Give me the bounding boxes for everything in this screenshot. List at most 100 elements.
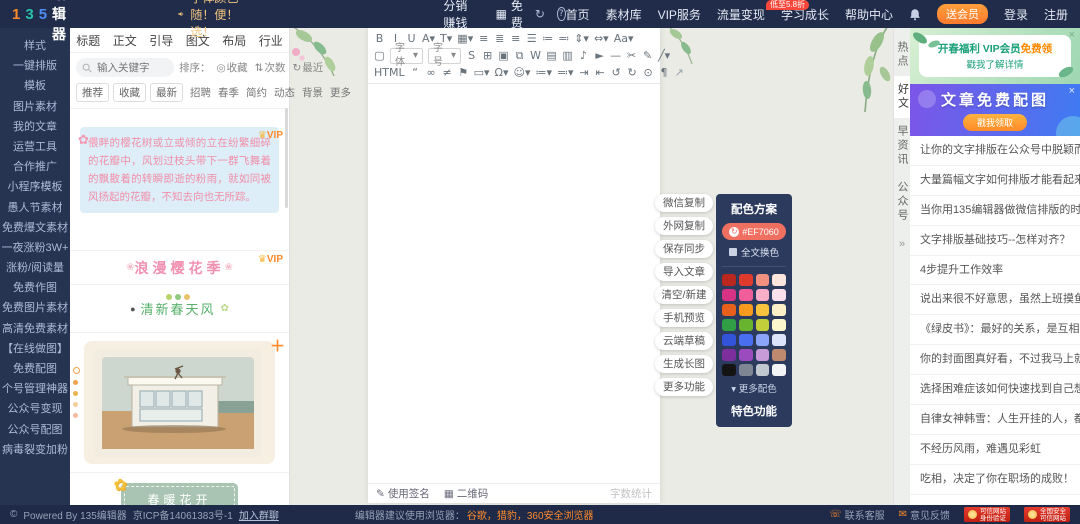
- template-card-spring-title[interactable]: ● 清新春天风 ✿: [70, 285, 289, 333]
- color-swatch[interactable]: [739, 349, 753, 361]
- color-swatch[interactable]: [722, 304, 736, 316]
- align-right[interactable]: ≡: [510, 32, 521, 45]
- promo-link[interactable]: 分销赚钱: [443, 0, 469, 31]
- emoji[interactable]: ☺▾: [513, 66, 530, 79]
- color-swatch[interactable]: [739, 289, 753, 301]
- insert-video[interactable]: ►: [594, 49, 605, 62]
- color-swatch[interactable]: [722, 274, 736, 286]
- bold[interactable]: B: [374, 32, 385, 45]
- editor-content-area[interactable]: [368, 84, 660, 483]
- eraser[interactable]: ✂: [626, 49, 637, 62]
- find-replace[interactable]: ⊙: [643, 66, 654, 79]
- sidebar-item[interactable]: 公众号变现: [0, 399, 70, 419]
- color-swatch[interactable]: [756, 319, 770, 331]
- free-link[interactable]: ▦ 免费: [496, 0, 523, 31]
- claim-button[interactable]: 戳我领取: [963, 114, 1027, 131]
- format-brush[interactable]: ✎: [642, 49, 653, 62]
- tab-official-account[interactable]: 公众号: [894, 174, 910, 230]
- unordered-list[interactable]: ≕▾: [557, 66, 574, 79]
- color-swatch[interactable]: [739, 334, 753, 346]
- insert-table[interactable]: ⊞: [482, 49, 493, 62]
- insert-anchor[interactable]: ⚑: [458, 66, 469, 79]
- vip-promo-banner[interactable]: 开春福利 VIP会员免费领 戳我了解详情 ×: [910, 28, 1080, 84]
- quick-action-button[interactable]: 清空/新建: [655, 286, 713, 304]
- sidebar-item[interactable]: 免费图片素材: [0, 298, 70, 318]
- color-swatch[interactable]: [772, 334, 786, 346]
- color-swatch[interactable]: [756, 334, 770, 346]
- indent-more[interactable]: ⇥: [579, 66, 590, 79]
- template-card-cherry-text[interactable]: ♛VIP ✿❀ 偎畔的樱花树或立或倾的立在纷繁细碎的花瓣中，风划过枝头带下一群飞…: [70, 127, 289, 251]
- article-list-item[interactable]: 4步提升工作效率: [910, 256, 1080, 286]
- nav-item[interactable]: 流量变现: [717, 6, 765, 23]
- free-images-banner[interactable]: 文章免费配图 戳我领取 ×: [910, 84, 1080, 136]
- color-swatch[interactable]: [772, 304, 786, 316]
- insert-map[interactable]: ▥: [562, 49, 573, 62]
- sidebar-item[interactable]: 免费配图: [0, 359, 70, 379]
- article-list-item[interactable]: 吃相，决定了你在职场的成败！: [910, 465, 1080, 495]
- more-colors-button[interactable]: ▾ 更多配色: [722, 381, 786, 395]
- template-card-sakura-title[interactable]: ♛VIP ❀ 浪漫樱花季 ❀: [70, 251, 289, 285]
- color-swatch[interactable]: [756, 364, 770, 376]
- sort-option[interactable]: ⇅次数: [255, 60, 286, 75]
- nav-item[interactable]: 首页: [566, 6, 590, 23]
- refresh-icon[interactable]: ↻: [535, 7, 545, 21]
- filter-chip[interactable]: 收藏: [113, 83, 146, 102]
- sidebar-item[interactable]: 个号管理神器: [0, 379, 70, 399]
- filter-tag[interactable]: 招聘: [189, 85, 212, 100]
- paragraph[interactable]: ¶: [659, 66, 670, 79]
- tab-hot[interactable]: 热点: [894, 34, 910, 76]
- quick-action-button[interactable]: 外网复制: [655, 217, 713, 235]
- article-list-item[interactable]: 当你用135编辑器做微信排版的时候，发…: [910, 196, 1080, 226]
- article-list-item[interactable]: 自律女神韩雪：人生开挂的人，都有这…: [910, 405, 1080, 435]
- join-group-link[interactable]: 加入群聊: [239, 507, 279, 522]
- ordered-list[interactable]: ≔▾: [535, 66, 552, 79]
- sidebar-item[interactable]: 小程序模板: [0, 177, 70, 197]
- color-swatch[interactable]: [756, 304, 770, 316]
- template-card-spring-button[interactable]: ✿ 春暖花开: [70, 473, 289, 505]
- sidebar-item[interactable]: 公众号配图: [0, 420, 70, 440]
- panel-scrollbar[interactable]: [285, 108, 288, 208]
- special-char[interactable]: Ω▾: [495, 66, 509, 79]
- font-size-select[interactable]: 字号▾: [428, 48, 461, 64]
- template-tab[interactable]: 正文: [113, 32, 137, 49]
- nav-item[interactable]: 帮助中心: [845, 6, 893, 23]
- quick-action-button[interactable]: 生成长图: [655, 355, 713, 373]
- redo[interactable]: ↻: [627, 66, 638, 79]
- filter-tag[interactable]: 春季: [217, 85, 240, 100]
- sidebar-item[interactable]: 高清免费素材: [0, 319, 70, 339]
- filter-chip[interactable]: 最新: [150, 83, 183, 102]
- sidebar-item[interactable]: 图片素材: [0, 97, 70, 117]
- line-height[interactable]: ⇕▾: [574, 32, 589, 45]
- align-center[interactable]: ≣: [494, 32, 505, 45]
- outdent[interactable]: ≕: [558, 32, 569, 45]
- color-swatch[interactable]: [756, 289, 770, 301]
- quick-action-button[interactable]: 云端草稿: [655, 332, 713, 350]
- sidebar-item[interactable]: 【在线做图】: [0, 339, 70, 359]
- align-justify[interactable]: ☰: [526, 32, 537, 45]
- new-document[interactable]: ▢: [374, 49, 385, 62]
- filter-tag[interactable]: 背景: [301, 85, 324, 100]
- trusted-site-seal[interactable]: 可信网站身份验证: [964, 507, 1010, 522]
- filter-tag[interactable]: 简约: [245, 85, 268, 100]
- tab-morning-news[interactable]: 早资讯: [894, 118, 910, 174]
- color-swatch[interactable]: [772, 364, 786, 376]
- article-list-item[interactable]: 让你的文字排版在公众号中脱颖而出: [910, 136, 1080, 166]
- color-swatch[interactable]: [722, 364, 736, 376]
- color-swatch[interactable]: [722, 349, 736, 361]
- qrcode-button[interactable]: ▦二维码: [444, 486, 488, 501]
- color-swatch[interactable]: [722, 334, 736, 346]
- nav-item[interactable]: VIP服务: [658, 6, 701, 23]
- indent-less[interactable]: ⇤: [595, 66, 606, 79]
- feedback-link[interactable]: ✉意见反馈: [899, 507, 950, 522]
- insert-card[interactable]: ⧉: [514, 49, 525, 63]
- horizontal-rule[interactable]: —: [610, 49, 621, 62]
- indent[interactable]: ≔: [542, 32, 553, 45]
- sidebar-item[interactable]: 一键排版: [0, 56, 70, 76]
- full-recolor-checkbox[interactable]: 全文换色: [722, 245, 786, 259]
- sidebar-item[interactable]: 免费作图: [0, 278, 70, 298]
- letter-spacing[interactable]: ⇔▾: [594, 32, 609, 45]
- add-template-button[interactable]: ＋: [270, 335, 285, 356]
- filter-tag[interactable]: 更多: [329, 85, 352, 100]
- tab-good-articles[interactable]: 好文: [894, 76, 911, 118]
- color-swatch[interactable]: [756, 274, 770, 286]
